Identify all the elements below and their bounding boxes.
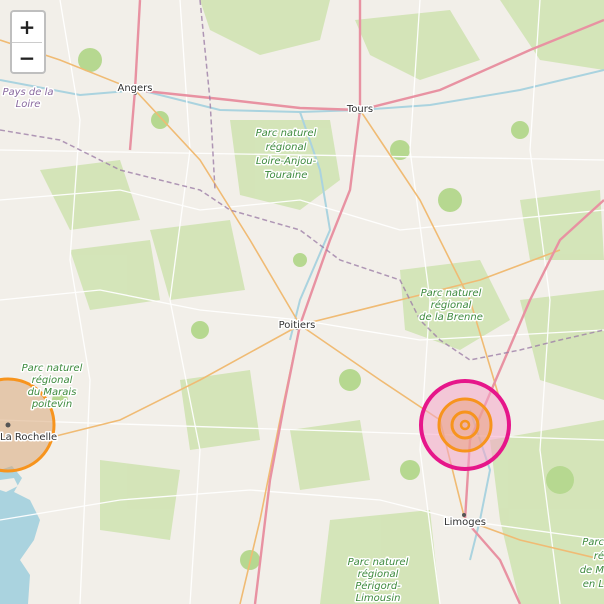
- svg-text:Loire: Loire: [16, 99, 41, 110]
- svg-text:du Marais: du Marais: [28, 387, 77, 398]
- svg-text:Périgord-: Périgord-: [355, 580, 401, 592]
- svg-text:ré: ré: [594, 550, 604, 562]
- svg-text:Parc naturel: Parc naturel: [348, 557, 409, 568]
- svg-text:Parc: Parc: [582, 537, 604, 548]
- svg-text:Pays de la: Pays de la: [2, 87, 53, 98]
- zoom-out-button[interactable]: −: [12, 42, 42, 72]
- svg-text:Loire-Anjou-: Loire-Anjou-: [256, 156, 317, 167]
- zoom-in-button[interactable]: +: [12, 12, 42, 42]
- svg-text:poitevin: poitevin: [31, 399, 72, 410]
- city-label-limoges: Limoges: [444, 517, 486, 528]
- city-label-angers: Angers: [118, 83, 153, 94]
- marker-circle-east[interactable]: [419, 379, 511, 471]
- city-label-la-rochelle: La Rochelle: [0, 432, 57, 443]
- svg-text:en L: en L: [583, 579, 604, 590]
- svg-text:régional: régional: [431, 299, 472, 311]
- park-label-perigord-limousin: Parc naturel régional Périgord- Limousin: [346, 556, 410, 604]
- svg-text:Parc naturel: Parc naturel: [256, 128, 317, 139]
- zoom-control: + −: [10, 10, 46, 74]
- map-canvas[interactable]: Angers Tours Poitiers La Rochelle Limoge…: [0, 0, 604, 604]
- svg-text:Limousin: Limousin: [356, 593, 401, 604]
- svg-text:Touraine: Touraine: [265, 170, 308, 181]
- svg-text:de la Brenne: de la Brenne: [419, 312, 483, 323]
- svg-text:régional: régional: [358, 568, 399, 580]
- svg-text:régional: régional: [32, 374, 73, 386]
- svg-text:de M: de M: [580, 565, 604, 576]
- svg-text:Parc naturel: Parc naturel: [421, 288, 482, 299]
- svg-text:régional: régional: [266, 141, 307, 153]
- city-label-poitiers: Poitiers: [279, 320, 316, 331]
- city-label-tours: Tours: [346, 104, 373, 115]
- svg-text:Parc naturel: Parc naturel: [22, 363, 83, 374]
